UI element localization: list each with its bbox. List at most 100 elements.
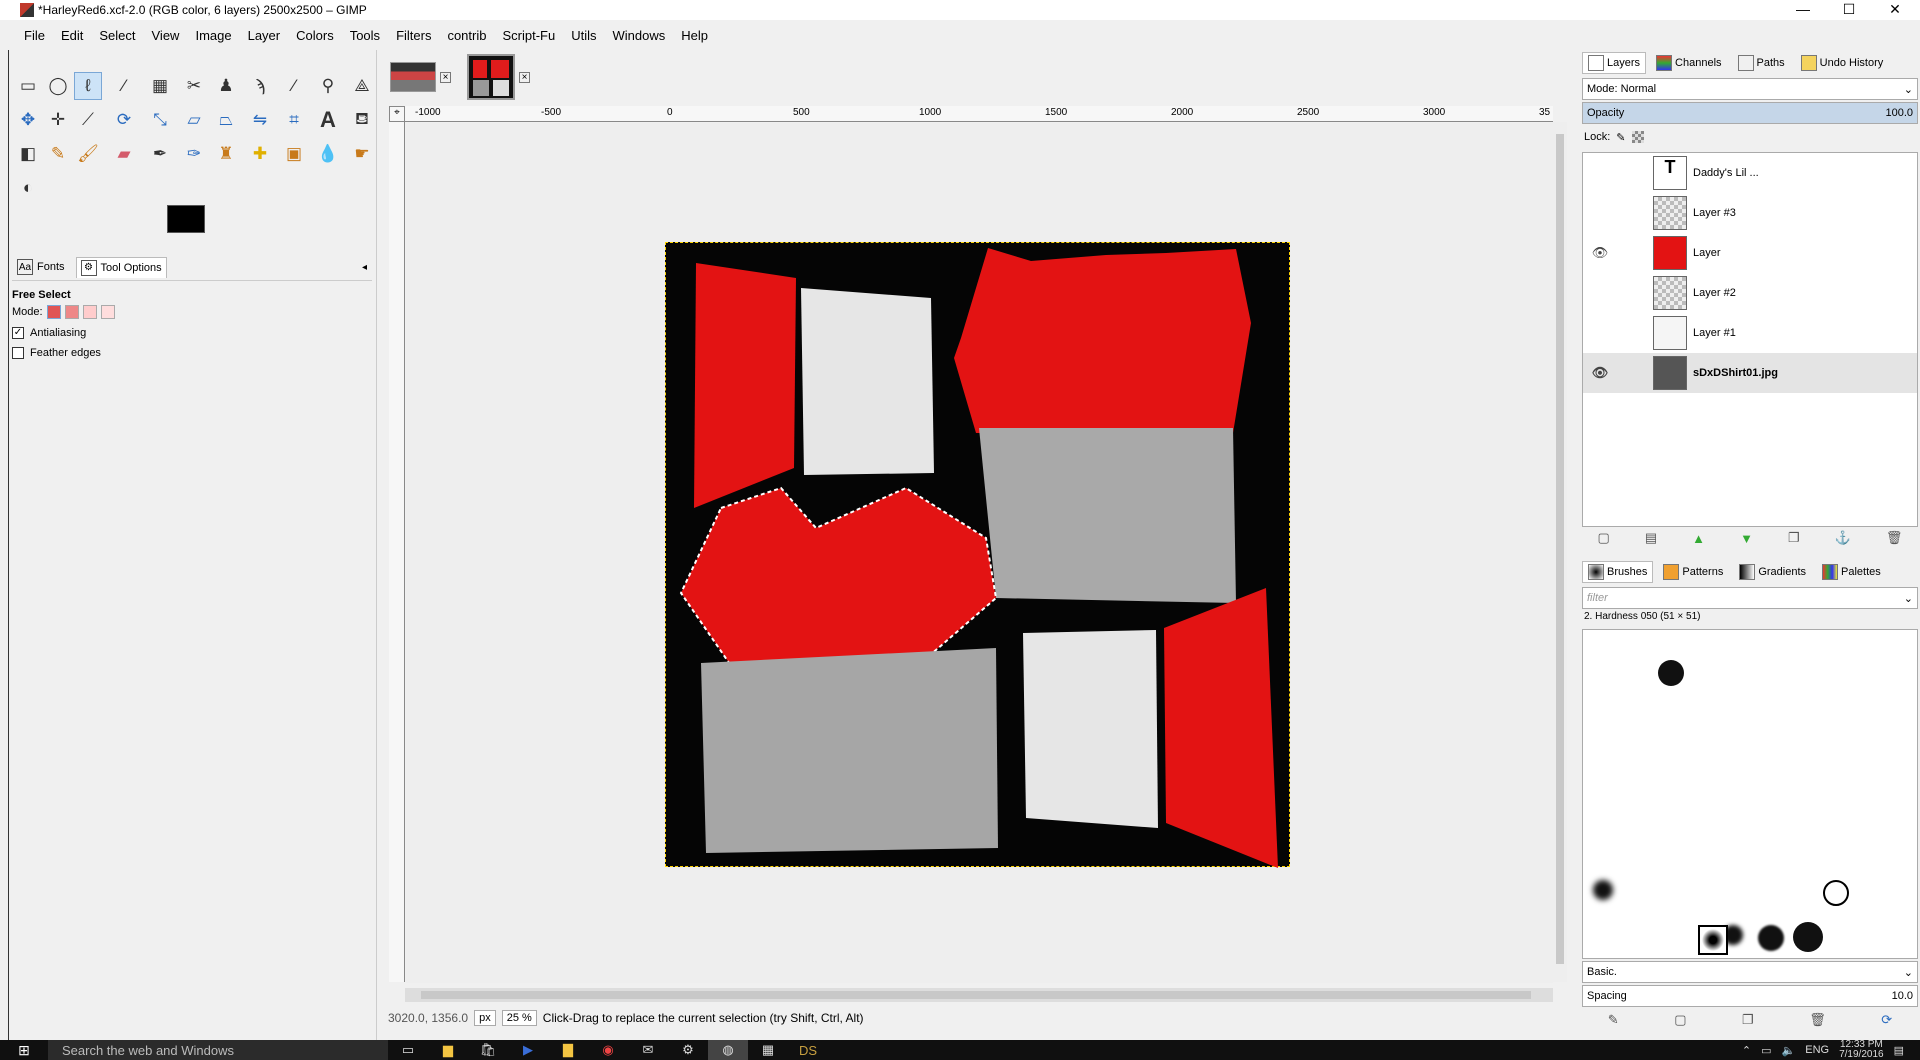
daz-studio-icon[interactable]: DS [788, 1040, 828, 1060]
layer-row[interactable]: 👁 Layer [1583, 233, 1917, 273]
close-tab-icon[interactable]: × [519, 71, 530, 83]
text-tool-icon[interactable]: A [314, 106, 342, 134]
shear-icon[interactable]: ▱ [180, 106, 208, 134]
language-indicator[interactable]: ENG [1805, 1044, 1829, 1056]
brush-grid[interactable] [1582, 629, 1918, 959]
menu-image[interactable]: Image [187, 28, 239, 43]
menu-file[interactable]: File [16, 28, 53, 43]
menu-layer[interactable]: Layer [240, 28, 289, 43]
horizontal-ruler[interactable]: -1000 -500 0 500 1000 1500 2000 2500 300… [405, 106, 1553, 122]
rotate-icon[interactable]: ⟳ [110, 106, 138, 134]
layer-row[interactable]: Layer #3 [1583, 193, 1917, 233]
smudge-icon[interactable]: ☛ [348, 140, 376, 168]
paintbrush-icon[interactable]: 🖌 [74, 140, 102, 168]
volume-icon[interactable]: 🔈 [1782, 1044, 1796, 1057]
pencil-icon[interactable]: ✎ [44, 140, 72, 168]
scale-icon[interactable]: ⤡ [146, 106, 174, 134]
ink-icon[interactable]: ✑ [180, 140, 208, 168]
file-explorer-icon[interactable]: ▆ [428, 1040, 468, 1060]
tab-palettes[interactable]: Palettes [1816, 561, 1887, 583]
lock-alpha-icon[interactable] [1631, 131, 1644, 143]
taskbar-search[interactable]: Search the web and Windows [48, 1040, 388, 1060]
image-tab-2[interactable]: × [465, 52, 532, 102]
brush-thumb[interactable] [1823, 880, 1849, 906]
zoom-icon[interactable]: ⚲ [314, 72, 342, 100]
tab-gradients[interactable]: Gradients [1733, 561, 1812, 583]
tab-layers[interactable]: Layers [1582, 52, 1647, 74]
scissors-icon[interactable]: ✂ [180, 72, 208, 100]
free-select-icon[interactable]: ℓ [74, 72, 102, 100]
layer-mode-select[interactable]: Mode: Normal ⌄ [1582, 78, 1918, 100]
calculator-icon[interactable]: ▦ [748, 1040, 788, 1060]
dodge-burn-icon[interactable]: ◐ [14, 174, 42, 202]
ellipse-select-icon[interactable]: ◯ [44, 72, 72, 100]
store-icon[interactable]: 🛍 [468, 1040, 508, 1060]
layer-row-selected[interactable]: 👁 sDxDShirt01.jpg [1583, 353, 1917, 393]
image-canvas[interactable] [665, 242, 1290, 868]
new-layer-icon[interactable]: ▢ [1598, 530, 1610, 546]
blend-icon[interactable]: ◧ [14, 140, 42, 168]
layer-row[interactable]: T Daddy's Lil ... [1583, 153, 1917, 193]
menu-contrib[interactable]: contrib [439, 28, 494, 43]
color-select-icon[interactable]: ▦ [146, 72, 174, 100]
layer-row[interactable]: Layer #2 [1583, 273, 1917, 313]
blur-sharpen-icon[interactable]: 💧 [314, 140, 342, 168]
raise-layer-icon[interactable]: ▲ [1692, 531, 1705, 546]
task-view-icon[interactable]: ▭ [388, 1040, 428, 1060]
steam-icon[interactable]: ⚙ [668, 1040, 708, 1060]
paths-tool-icon[interactable]: ϡ [246, 72, 274, 100]
antialiasing-checkbox[interactable]: ✓ Antialiasing [12, 327, 372, 339]
tab-tool-options[interactable]: ⚙ Tool Options [75, 256, 167, 278]
clock-date[interactable]: 7/19/2016 [1839, 1050, 1884, 1060]
minimize-button[interactable]: — [1780, 0, 1826, 20]
brush-thumb[interactable] [1758, 925, 1784, 951]
mode-intersect-icon[interactable] [100, 305, 115, 319]
lower-layer-icon[interactable]: ▼ [1740, 531, 1753, 546]
tab-paths[interactable]: Paths [1732, 52, 1791, 74]
vertical-ruler[interactable] [389, 122, 405, 982]
flip-icon[interactable]: ⇋ [246, 106, 274, 134]
menu-view[interactable]: View [144, 28, 188, 43]
layer-row[interactable]: Layer #1 [1583, 313, 1917, 353]
start-button[interactable]: ⊞ [0, 1040, 48, 1060]
brush-thumb[interactable] [1793, 922, 1823, 952]
gimp-taskbar-icon[interactable]: ◍ [708, 1040, 748, 1060]
mode-add-icon[interactable] [64, 305, 79, 319]
feather-edges-checkbox[interactable]: Feather edges [12, 347, 372, 359]
tab-patterns[interactable]: Patterns [1657, 561, 1729, 583]
fuzzy-select-icon[interactable]: ⁄ [110, 72, 138, 100]
notifications-icon[interactable]: ▤ [1894, 1044, 1904, 1057]
lock-pixels-icon[interactable]: ✎ [1616, 131, 1625, 144]
close-button[interactable]: ✕ [1872, 0, 1918, 20]
eye-icon[interactable]: 👁 [1583, 245, 1617, 261]
menu-utils[interactable]: Utils [563, 28, 604, 43]
delete-brush-icon[interactable]: 🗑 [1809, 1012, 1826, 1028]
measure-icon[interactable]: ⟁ [348, 72, 376, 100]
airbrush-icon[interactable]: ✒ [146, 140, 174, 168]
mode-subtract-icon[interactable] [82, 305, 97, 319]
menu-script-fu[interactable]: Script-Fu [494, 28, 563, 43]
heal-icon[interactable]: ✚ [246, 140, 274, 168]
new-brush-icon[interactable]: ▢ [1674, 1012, 1686, 1028]
crop-icon[interactable]: ⟋ [74, 106, 102, 134]
anchor-layer-icon[interactable]: ⚓ [1835, 530, 1851, 546]
color-picker-icon[interactable]: ⁄ [280, 72, 308, 100]
eraser-icon[interactable]: ▰ [110, 140, 138, 168]
bucket-fill-icon[interactable]: ⛾ [348, 106, 376, 134]
refresh-brushes-icon[interactable]: ⟳ [1881, 1012, 1892, 1028]
menu-select[interactable]: Select [91, 28, 143, 43]
perspective-icon[interactable]: ⏢ [212, 106, 240, 134]
maximize-button[interactable]: ☐ [1826, 0, 1872, 20]
mode-replace-icon[interactable] [46, 305, 61, 319]
tab-menu-icon[interactable]: ◂ [362, 262, 367, 273]
opacity-slider[interactable]: Opacity 100.0 [1582, 102, 1918, 124]
move-icon[interactable]: ✥ [14, 106, 42, 134]
horizontal-scrollbar[interactable] [405, 988, 1553, 1002]
clone-icon[interactable]: ♜ [212, 140, 240, 168]
image-tab-1[interactable]: × [388, 52, 453, 102]
tab-channels[interactable]: Channels [1650, 52, 1727, 74]
delete-layer-icon[interactable]: 🗑 [1886, 530, 1903, 546]
menu-filters[interactable]: Filters [388, 28, 439, 43]
spacing-slider[interactable]: Spacing 10.0 [1582, 985, 1918, 1007]
edit-brush-icon[interactable]: ✎ [1608, 1012, 1619, 1028]
